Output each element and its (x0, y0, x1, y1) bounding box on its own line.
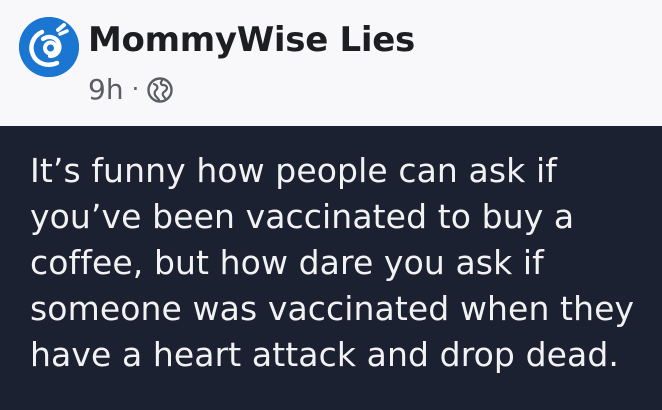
page-avatar[interactable] (19, 17, 79, 77)
page-name-link[interactable]: MommyWise Lies (88, 20, 415, 60)
post-text-card: It’s funny how people can ask if you’ve … (0, 126, 662, 410)
meta-separator: · (131, 75, 140, 103)
globe-icon[interactable] (147, 77, 173, 103)
post-text: It’s funny how people can ask if you’ve … (30, 151, 635, 374)
post-meta: 9h · (88, 70, 173, 110)
facebook-post: MommyWise Lies 9h · It’s funny how peopl… (0, 0, 662, 410)
post-timestamp[interactable]: 9h (88, 70, 124, 110)
post-header: MommyWise Lies 9h · (0, 0, 662, 126)
mother-baby-logo-icon (19, 17, 79, 77)
